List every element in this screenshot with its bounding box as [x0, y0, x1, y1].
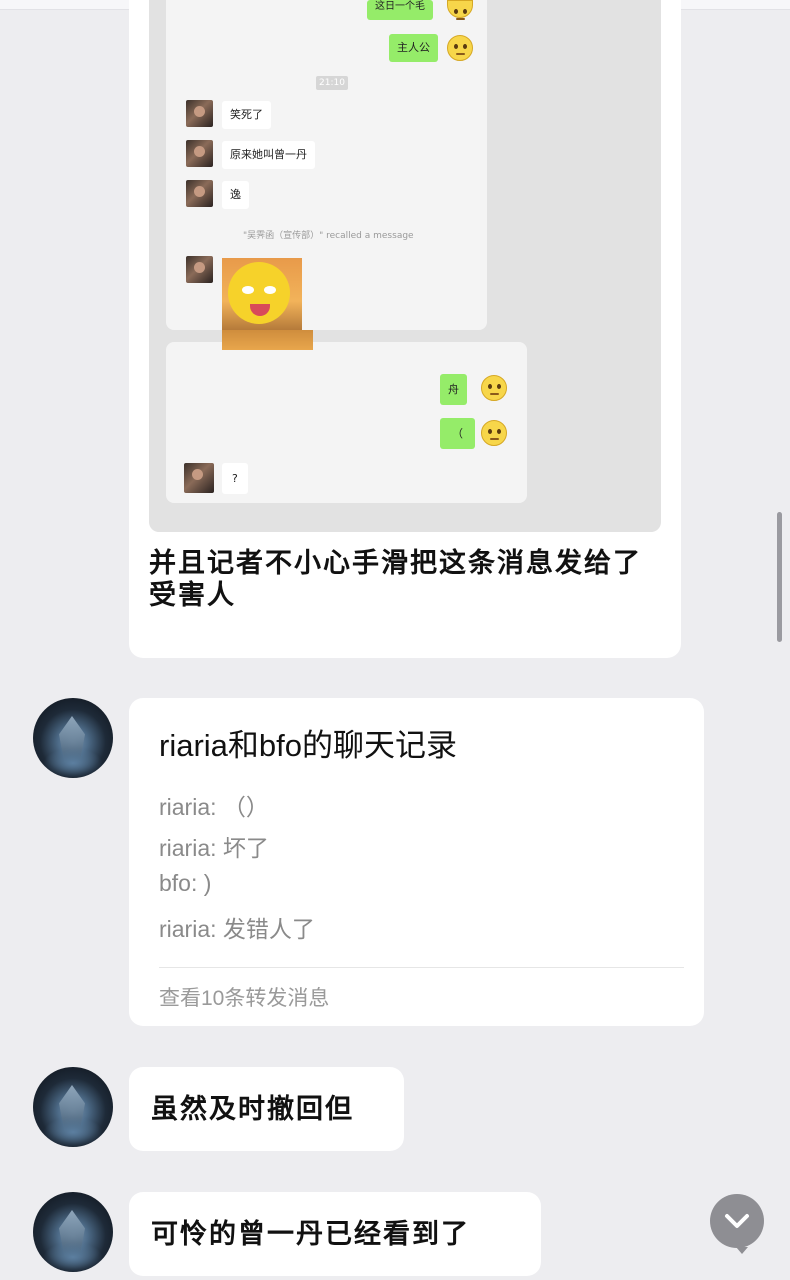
divider [159, 967, 684, 968]
screenshot-avatar [184, 463, 214, 493]
scroll-to-bottom-button[interactable] [710, 1194, 764, 1248]
screenshot-bubble-cut: 这日一个毛 [367, 0, 433, 20]
avatar[interactable] [33, 1067, 113, 1147]
chat-record-title: riaria和bfo的聊天记录 [159, 728, 457, 763]
view-forwarded-messages-link[interactable]: 查看10条转发消息 [159, 982, 329, 1012]
sticker-tongue [250, 304, 270, 316]
screenshot-avatar [186, 180, 213, 207]
screenshot-avatar [186, 256, 213, 283]
scrollbar[interactable] [777, 512, 782, 642]
sticker-overflow [222, 330, 313, 350]
chat-record-line: riaria: 坏了 [159, 835, 269, 861]
sticker-face [228, 262, 290, 324]
message-text: 虽然及时撤回但 [151, 1094, 354, 1125]
avatar[interactable] [33, 1192, 113, 1272]
screenshot-bubble-left: 原来她叫曾一丹 [222, 141, 315, 169]
screenshot-bubble-left: ? [222, 463, 248, 494]
screenshot-bubble-owner: 主人公 [389, 34, 438, 62]
forwarded-chat-record-card[interactable]: riaria和bfo的聊天记录 riaria: （） riaria: 坏了 bf… [129, 698, 704, 1026]
screenshot-panel-top [166, 0, 487, 330]
chevron-down-icon [725, 1214, 749, 1228]
message-bubble[interactable]: 可怜的曾一丹已经看到了 [129, 1192, 541, 1276]
smiley-emoji-icon [447, 35, 473, 61]
smiley-emoji-icon [481, 420, 507, 446]
screenshot-bubble-left: 逸 [222, 181, 249, 209]
sticker-eye [264, 286, 276, 294]
duck-sticker-image [222, 258, 302, 330]
sticker-eye [242, 286, 254, 294]
screenshot-recalled-notice: "吴霁函（宣传部）" recalled a message [243, 231, 414, 241]
message-caption: 并且记者不小心手滑把这条消息发给了受害人 [149, 548, 642, 611]
message-text: 可怜的曾一丹已经看到了 [151, 1219, 470, 1250]
chat-record-line: riaria: 发错人了 [159, 916, 315, 942]
screenshot-bubble-right: 舟 [440, 374, 467, 405]
chat-record-line: bfo: ) [159, 870, 212, 896]
smiley-emoji-icon [481, 375, 507, 401]
screenshot-avatar [186, 140, 213, 167]
chat-record-line: riaria: （） [159, 794, 269, 820]
avatar[interactable] [33, 698, 113, 778]
message-bubble[interactable]: 虽然及时撤回但 [129, 1067, 404, 1151]
screenshot-bubble-right: （ [440, 418, 475, 449]
screenshot-avatar [186, 100, 213, 127]
screenshot-timestamp: 21:10 [316, 76, 348, 90]
screenshot-bubble-left: 笑死了 [222, 101, 271, 129]
